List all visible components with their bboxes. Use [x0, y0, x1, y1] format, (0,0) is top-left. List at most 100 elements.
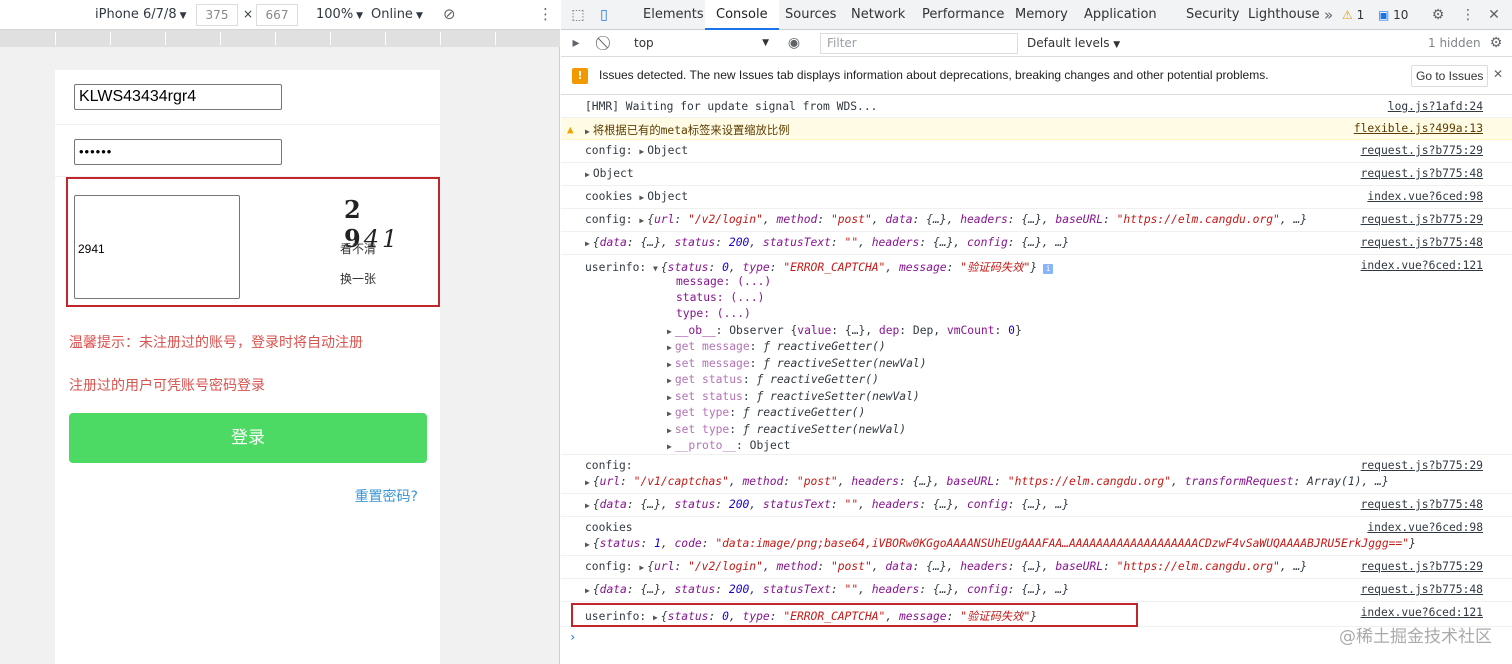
- tab-elements[interactable]: Elements: [632, 0, 715, 30]
- filter-input[interactable]: Filter: [820, 33, 1018, 54]
- source-link[interactable]: flexible.js?499a:13: [1354, 122, 1483, 135]
- device-toolbar: iPhone 6/7/8 ▼ 375 × 667 100% ▼ Online ▼ ⊘ …: [0, 0, 560, 30]
- object-preview[interactable]: ▶ {url: "/v1/captchas", method: "post", h…: [585, 475, 1389, 488]
- more-options-icon[interactable]: ⋮: [1459, 6, 1477, 24]
- object-preview: {status: 0, type: "ERROR_CAPTCHA", messa…: [660, 261, 1038, 274]
- console-message: ▶ {data: {…}, status: 200, statusText: ""…: [561, 232, 1512, 255]
- object-property[interactable]: message: (...): [676, 275, 771, 288]
- object-property[interactable]: ▶ get message: ƒ reactiveGetter(): [667, 340, 886, 353]
- go-to-issues-button[interactable]: Go to Issues: [1411, 65, 1489, 87]
- more-options-icon[interactable]: ⋮: [538, 5, 553, 23]
- issues-text: Issues detected. The new Issues tab disp…: [599, 68, 1269, 82]
- more-tabs-icon[interactable]: »: [1324, 6, 1333, 24]
- message-text[interactable]: config: ▶ {url: "/v2/login", method: "pos…: [585, 560, 1307, 573]
- eye-icon[interactable]: ◉: [785, 34, 803, 52]
- captcha-input[interactable]: 2941: [74, 195, 240, 299]
- username-input[interactable]: KLWS43434rgr4: [74, 84, 282, 110]
- close-icon[interactable]: ✕: [1493, 67, 1503, 81]
- inspect-icon[interactable]: ⬚: [569, 6, 587, 24]
- message-text[interactable]: ▶ 将根据已有的meta标签来设置缩放比例: [585, 122, 790, 138]
- tab-application[interactable]: Application: [1073, 0, 1168, 30]
- reset-password-link[interactable]: 重置密码?: [355, 486, 418, 506]
- source-link[interactable]: request.js?b775:48: [1361, 583, 1483, 596]
- password-input[interactable]: ••••••: [74, 139, 282, 165]
- expand-icon: ▶: [585, 127, 590, 136]
- object-property[interactable]: type: (...): [676, 307, 751, 320]
- close-icon[interactable]: ✕: [1485, 6, 1503, 24]
- chevron-down-icon: ▼: [415, 11, 423, 21]
- captcha-refresh-link[interactable]: 换一张: [340, 270, 376, 287]
- object-property[interactable]: ▶ get status: ƒ reactiveGetter(): [667, 373, 879, 386]
- message-text[interactable]: ▶ {data: {…}, status: 200, statusText: ""…: [585, 498, 1069, 511]
- expand-icon: ▶: [585, 239, 590, 248]
- expand-icon: ▶: [585, 586, 590, 595]
- info-icon[interactable]: i: [1043, 264, 1054, 274]
- height-input[interactable]: 667: [256, 4, 298, 26]
- object-property[interactable]: ▶ set message: ƒ reactiveSetter(newVal): [667, 357, 927, 370]
- source-link[interactable]: index.vue?6ced:121: [1361, 606, 1483, 619]
- zoom-select[interactable]: 100% ▼: [316, 7, 363, 22]
- tab-network[interactable]: Network: [840, 0, 916, 30]
- rotate-icon[interactable]: ⊘: [443, 5, 456, 23]
- message-text[interactable]: userinfo: ▼ {status: 0, type: "ERROR_CAPT…: [585, 259, 1054, 275]
- console-message: [HMR] Waiting for update signal from WDS…: [561, 96, 1512, 118]
- password-row: ••••••: [55, 125, 440, 177]
- expand-icon: ▶: [585, 540, 590, 549]
- source-link[interactable]: request.js?b775:29: [1361, 213, 1483, 226]
- network-select[interactable]: Online ▼: [371, 7, 423, 22]
- message-text[interactable]: cookies ▶ Object: [585, 190, 688, 203]
- object-property[interactable]: status: (...): [676, 291, 764, 304]
- object-property[interactable]: ▶ get type: ƒ reactiveGetter(): [667, 406, 865, 419]
- object-property[interactable]: ▶ set type: ƒ reactiveSetter(newVal): [667, 423, 906, 436]
- source-link[interactable]: index.vue?6ced:98: [1367, 521, 1483, 534]
- tab-memory[interactable]: Memory: [1004, 0, 1079, 30]
- source-link[interactable]: log.js?1afd:24: [1388, 100, 1483, 113]
- log-levels-select[interactable]: Default levels ▼: [1027, 36, 1120, 50]
- device-toggle-icon[interactable]: ▯: [595, 6, 613, 24]
- device-select[interactable]: iPhone 6/7/8 ▼: [95, 7, 187, 22]
- object-preview: {data: {…}, status: 200, statusText: "",…: [592, 498, 1069, 511]
- log-label: config:: [585, 213, 633, 226]
- source-link[interactable]: request.js?b775:48: [1361, 236, 1483, 249]
- login-button[interactable]: 登录: [69, 413, 427, 463]
- sidebar-toggle-icon[interactable]: ▸: [567, 34, 585, 52]
- console-prompt[interactable]: ›: [569, 630, 576, 644]
- source-link[interactable]: request.js?b775:48: [1361, 167, 1483, 180]
- source-link[interactable]: request.js?b775:48: [1361, 498, 1483, 511]
- warning-icon: ▲: [567, 123, 574, 136]
- object-preview[interactable]: ▶ {status: 1, code: "data:image/png;base6…: [585, 537, 1416, 550]
- ruler-tick: [220, 32, 221, 45]
- message-text[interactable]: ▶ {data: {…}, status: 200, statusText: ""…: [585, 236, 1069, 249]
- tab-console[interactable]: Console: [705, 0, 779, 30]
- message-text[interactable]: ▶ {data: {…}, status: 200, statusText: ""…: [585, 583, 1069, 596]
- console-message: ▶ Object request.js?b775:48: [561, 163, 1512, 186]
- source-link[interactable]: index.vue?6ced:121: [1361, 259, 1483, 272]
- captcha-image[interactable]: 2 941: [344, 195, 420, 253]
- gear-icon[interactable]: ⚙: [1429, 6, 1447, 24]
- object-property[interactable]: ▶ __proto__: Object: [667, 439, 790, 452]
- tip-text: 温馨提示：未注册过的账号，登录时将自动注册: [69, 335, 363, 351]
- clear-console-icon[interactable]: ⃠: [597, 34, 615, 52]
- source-link[interactable]: index.vue?6ced:98: [1367, 190, 1483, 203]
- media-query-ruler[interactable]: [0, 30, 560, 47]
- object-property[interactable]: ▶ set status: ƒ reactiveSetter(newVal): [667, 390, 920, 403]
- message-counter[interactable]: ▣ 10: [1378, 8, 1408, 22]
- tab-lighthouse[interactable]: Lighthouse: [1237, 0, 1331, 30]
- tab-performance[interactable]: Performance: [911, 0, 1015, 30]
- width-input[interactable]: 375: [196, 4, 238, 26]
- warning-counter[interactable]: ⚠ 1: [1342, 8, 1364, 22]
- message-text[interactable]: config: ▶ {url: "/v2/login", method: "pos…: [585, 213, 1307, 226]
- gear-icon[interactable]: ⚙: [1487, 34, 1505, 52]
- message-text[interactable]: config: ▶ Object: [585, 144, 688, 157]
- context-select[interactable]: top ▼: [628, 33, 773, 54]
- source-link[interactable]: request.js?b775:29: [1361, 560, 1483, 573]
- tab-sources[interactable]: Sources: [774, 0, 847, 30]
- message-text[interactable]: ▶ Object: [585, 167, 634, 180]
- console-message: config: ▶ Object request.js?b775:29: [561, 140, 1512, 163]
- source-link[interactable]: request.js?b775:29: [1361, 144, 1483, 157]
- object-property[interactable]: ▶ __ob__: Observer {value: {…}, dep: Dep,…: [667, 324, 1022, 337]
- object-preview: Object: [592, 167, 634, 180]
- source-link[interactable]: request.js?b775:29: [1361, 459, 1483, 472]
- watermark: @稀土掘金技术社区: [1339, 627, 1492, 647]
- zoom-value: 100%: [316, 7, 354, 22]
